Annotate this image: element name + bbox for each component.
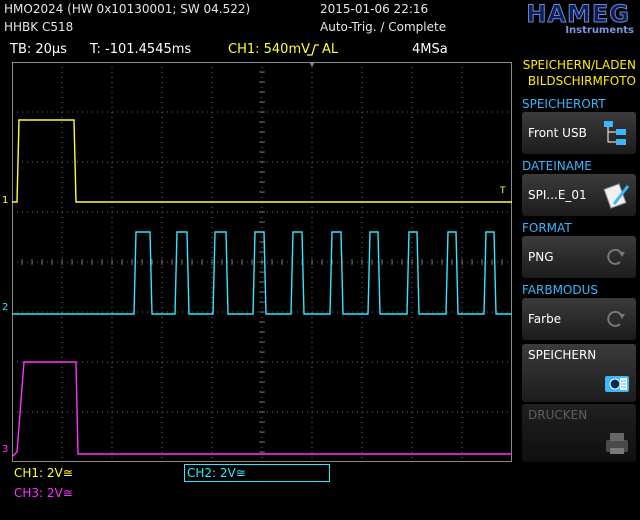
rotate-icon bbox=[607, 310, 625, 327]
ch3-setting[interactable]: CH3: 2V≅ bbox=[14, 486, 73, 500]
ch2-marker[interactable]: 2 bbox=[2, 302, 8, 313]
filename-value: SPI...E_01 bbox=[528, 188, 587, 202]
brand-name: HAMEG bbox=[526, 0, 630, 29]
save-label: SPEICHERN bbox=[528, 348, 597, 362]
menu-subtitle: BILDSCHIRMFOTO bbox=[527, 74, 636, 88]
device-serial: HHBK C518 bbox=[4, 20, 74, 34]
brand-logo: HAMEG Instruments bbox=[452, 0, 638, 37]
format-label: FORMAT bbox=[522, 221, 572, 235]
format-value: PNG bbox=[528, 250, 554, 264]
storage-value: Front USB bbox=[528, 126, 587, 140]
filename-label: DATEINAME bbox=[522, 159, 592, 173]
folder-tree-icon bbox=[604, 121, 626, 145]
save-button[interactable]: SPEICHERN bbox=[522, 344, 636, 402]
filename-button[interactable]: SPI...E_01 bbox=[522, 174, 636, 216]
side-menu: SPEICHERN/LADEN BILDSCHIRMFOTO SPEICHERO… bbox=[516, 54, 640, 520]
storage-label: SPEICHERORT bbox=[522, 97, 606, 111]
graticule bbox=[12, 62, 512, 462]
ch3-marker[interactable]: 3 bbox=[2, 444, 8, 455]
ch1-setting[interactable]: CH1: 2V≅ bbox=[14, 466, 73, 480]
color-mode-button[interactable]: Farbe bbox=[522, 298, 636, 340]
rising-edge-icon bbox=[307, 44, 319, 56]
ch1-marker[interactable]: 1 bbox=[2, 195, 8, 206]
edit-file-icon bbox=[603, 183, 630, 209]
trigger-time: T: -101.4545ms bbox=[90, 42, 192, 57]
device-info: HMO2024 (HW 0x10130001; SW 04.522) bbox=[4, 2, 251, 16]
trigger-status: Auto-Trig. / Complete bbox=[320, 20, 447, 34]
waveform-display[interactable] bbox=[12, 62, 512, 462]
trigger-channel: CH1: 540mV bbox=[228, 42, 311, 57]
rotate-icon bbox=[607, 248, 625, 265]
camera-icon bbox=[605, 376, 629, 392]
trigger-level-marker[interactable]: T bbox=[500, 186, 506, 196]
sample-rate: 4MSa bbox=[412, 42, 448, 57]
color-mode-label: FARBMODUS bbox=[522, 283, 599, 297]
timebase: TB: 20µs bbox=[10, 42, 67, 57]
brand-subtitle: Instruments bbox=[565, 25, 634, 36]
print-label: DRUCKEN bbox=[528, 408, 588, 422]
format-button[interactable]: PNG bbox=[522, 236, 636, 278]
ch2-setting[interactable]: CH2: 2V≅ bbox=[184, 464, 330, 482]
menu-title: SPEICHERN/LADEN bbox=[522, 58, 636, 72]
print-button[interactable]: DRUCKEN bbox=[522, 404, 636, 462]
trigger-mode: AL bbox=[322, 42, 339, 57]
date-time: 2015-01-06 22:16 bbox=[320, 2, 429, 16]
printer-icon bbox=[606, 433, 628, 454]
storage-button[interactable]: Front USB bbox=[522, 112, 636, 154]
status-bar: TB: 20µs T: -101.4545ms CH1: 540mV AL 4M… bbox=[0, 40, 516, 60]
color-mode-value: Farbe bbox=[528, 312, 562, 326]
